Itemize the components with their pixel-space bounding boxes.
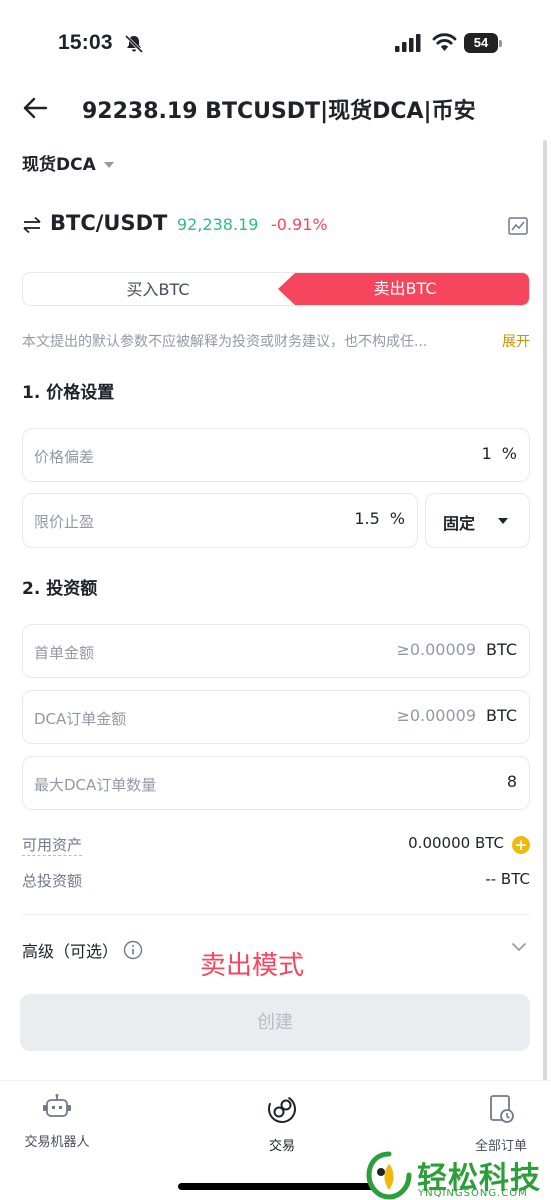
bell-muted-icon [124,34,144,54]
info-icon[interactable] [123,940,143,960]
wifi-icon [432,33,457,51]
take-profit-mode-value: 固定 [443,514,476,533]
nav-item-trade[interactable]: 交易 [227,1093,337,1154]
battery-nub [499,40,502,47]
disclaimer-text: 本文提出的默认参数不应被解释为投资或财务建议，也不构成任... [22,334,428,350]
orders-icon [490,1095,514,1123]
scrollbar[interactable] [543,140,547,1100]
pair-price: 92,238.19 [177,215,259,234]
watermark: 轻松科技 YNQINGSONG.COM [366,1150,551,1200]
available-assets-label[interactable]: 可用资产 [22,834,83,856]
take-profit-label: 限价止盈 [34,513,95,531]
total-investment-value: -- BTC [485,870,530,888]
max-dca-orders-label: 最大DCA订单数量 [34,776,157,794]
caret-down-icon [498,518,508,524]
status-time: 15:03 [58,31,113,54]
nav-label: 交易 [268,1139,295,1154]
available-assets-value: 0.00000 BTC + [408,834,530,854]
max-dca-orders-input[interactable]: 8 [507,772,517,791]
price-deviation-field[interactable]: 价格偏差 1% [22,428,530,482]
section-invest-title: 2. 投资额 [22,579,98,599]
percent-unit: % [389,509,405,528]
tab-buy[interactable]: 买入BTC [23,273,293,305]
status-bar: 15:03 54 [0,0,551,80]
dca-order-placeholder[interactable]: ≥0.00009 [396,706,476,725]
side-tabs: 买入BTC 卖出BTC [22,272,530,306]
strategy-mode-dropdown[interactable]: 现货DCA [22,150,114,175]
trade-icon [268,1095,296,1123]
price-deviation-label: 价格偏差 [34,448,95,466]
trading-pair-row: BTC/USDT 92,238.19 -0.91% [22,211,530,243]
home-indicator [178,1183,374,1190]
watermark-logo-icon [366,1151,412,1200]
dca-order-label: DCA订单金额 [34,710,127,728]
tab-sell[interactable]: 卖出BTC [278,273,529,305]
caret-down-icon [103,162,114,168]
section-price-title: 1. 价格设置 [22,383,115,403]
take-profit-field[interactable]: 限价止盈 1.5% [22,493,418,548]
percent-unit: % [501,444,517,463]
available-assets-amount: 0.00000 BTC [408,834,504,852]
disclaimer: 本文提出的默认参数不应被解释为投资或财务建议，也不构成任... 展开 [22,331,530,351]
pair-name[interactable]: BTC/USDT [50,211,167,235]
chart-icon[interactable] [508,217,528,235]
advanced-options-toggle[interactable]: 高级（可选） [22,938,118,962]
price-deviation-input[interactable]: 1 [482,444,492,463]
robot-icon [43,1094,71,1117]
add-funds-icon[interactable]: + [512,836,530,854]
first-order-value[interactable]: ≥0.00009 BTC [396,640,517,659]
first-order-label: 首单金额 [34,644,95,662]
price-deviation-value[interactable]: 1% [482,444,517,463]
first-order-placeholder[interactable]: ≥0.00009 [396,640,476,659]
chevron-down-icon[interactable] [511,942,527,952]
nav-item-trading-bots[interactable]: 交易机器人 [2,1093,112,1150]
cellular-signal-icon [395,34,421,52]
page-title: 92238.19 BTCUSDT|现货DCA|币安 [82,99,476,124]
create-button[interactable]: 创建 [20,994,530,1051]
take-profit-mode-select[interactable]: 固定 [425,493,530,548]
total-investment-row: 总投资额 -- BTC [22,870,530,892]
btc-unit: BTC [486,640,517,659]
available-assets-row: 可用资产 0.00000 BTC + [22,834,530,856]
first-order-field[interactable]: 首单金额 ≥0.00009 BTC [22,624,530,678]
max-dca-orders-field[interactable]: 最大DCA订单数量 8 [22,756,530,810]
nav-label: 交易机器人 [24,1135,90,1150]
back-arrow-icon[interactable] [22,96,48,120]
sell-mode-annotation: 卖出模式 [200,951,305,981]
divider [22,914,530,915]
take-profit-value[interactable]: 1.5% [354,509,405,528]
take-profit-input[interactable]: 1.5 [354,509,379,528]
watermark-subtext: YNQINGSONG.COM [418,1188,528,1199]
expand-link[interactable]: 展开 [502,331,530,351]
strategy-mode-label: 现货DCA [22,155,96,175]
battery-indicator: 54 [464,33,502,53]
dca-order-field[interactable]: DCA订单金额 ≥0.00009 BTC [22,690,530,744]
total-investment-label: 总投资额 [22,872,83,890]
swap-arrows-icon[interactable] [22,216,42,234]
btc-unit: BTC [486,706,517,725]
pair-change: -0.91% [271,215,328,234]
dca-order-value[interactable]: ≥0.00009 BTC [396,706,517,725]
nav-item-all-orders[interactable]: 全部订单 [446,1093,551,1154]
battery-level: 54 [464,33,498,53]
page-header: 92238.19 BTCUSDT|现货DCA|币安 [0,86,551,130]
